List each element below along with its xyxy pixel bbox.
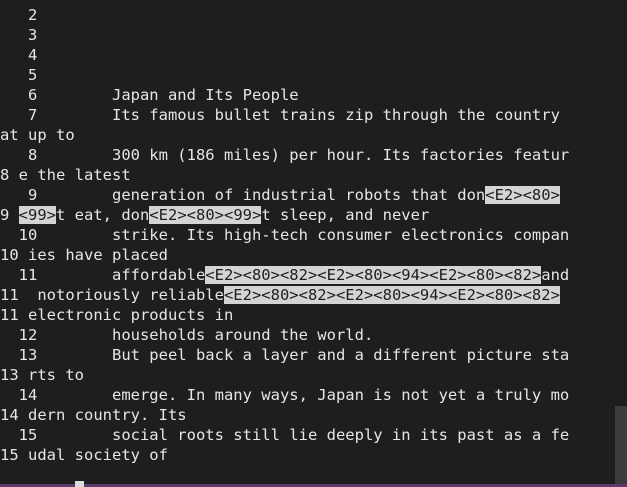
buffer-line: 2 [0, 6, 38, 24]
buffer-line: 11 electronic products in [0, 306, 234, 324]
line-text: 11 affordable [0, 266, 206, 284]
buffer-line: 9 generation of industrial robots that d… [0, 185, 560, 205]
escaped-byte-highlight: <E2><80> [485, 186, 560, 204]
command-line[interactable]: : [0, 461, 84, 487]
buffer-line: 14 emerge. In many ways, Japan is not ye… [0, 386, 570, 404]
escaped-byte-highlight: <E2><80><99> [149, 206, 262, 224]
buffer-line: 3 [0, 26, 38, 44]
buffer-line: 8 e the latest [0, 166, 131, 184]
buffer-line: 11 affordable<E2><80><82><E2><80><94><E2… [0, 265, 569, 285]
buffer-line: 15 social roots still lie deeply in its … [0, 426, 570, 444]
buffer-line: at up to [0, 126, 75, 144]
scrollbar-thumb[interactable] [615, 406, 627, 484]
buffer-line: 7 Its famous bullet trains zip through t… [0, 106, 560, 124]
buffer-line: 10 ies have placed [0, 246, 168, 264]
line-text: t eat, don [56, 206, 150, 224]
buffer-line: 14 dern country. Its [0, 406, 187, 424]
line-text: and [541, 266, 570, 284]
line-text: 11 notoriously reliable [0, 286, 224, 304]
text-cursor [74, 481, 84, 487]
escaped-byte-highlight: <99> [18, 206, 56, 224]
line-text: 9 [0, 206, 19, 224]
buffer-line: 5 [0, 66, 38, 84]
buffer-line: 6 Japan and Its People [0, 86, 299, 104]
buffer-line: 10 strike. Its high-tech consumer electr… [0, 226, 570, 244]
escaped-byte-highlight: <E2><80><82><E2><80><94><E2><80><82> [205, 266, 542, 284]
line-text: 9 generation of industrial robots that d… [0, 186, 486, 204]
terminal-window[interactable]: 2 3 4 5 6 Japan and Its People 7 Its fam… [0, 0, 627, 487]
buffer-line: 9 <99>t eat, don<E2><80><99>t sleep, and… [0, 205, 429, 225]
buffer-line: 12 households around the world. [0, 326, 374, 344]
buffer-line: 11 notoriously reliable<E2><80><82><E2><… [0, 285, 560, 305]
buffer-line: 13 rts to [0, 366, 84, 384]
escaped-byte-highlight: <E2><80><82><E2><80><94><E2><80><82> [223, 286, 560, 304]
buffer-line: 4 [0, 46, 38, 64]
buffer-line: 8 300 km (186 miles) per hour. Its facto… [0, 146, 570, 164]
line-text: t sleep, and never [261, 206, 430, 224]
command-prompt: : [37, 482, 74, 487]
buffer-line: 13 But peel back a layer and a different… [0, 346, 570, 364]
